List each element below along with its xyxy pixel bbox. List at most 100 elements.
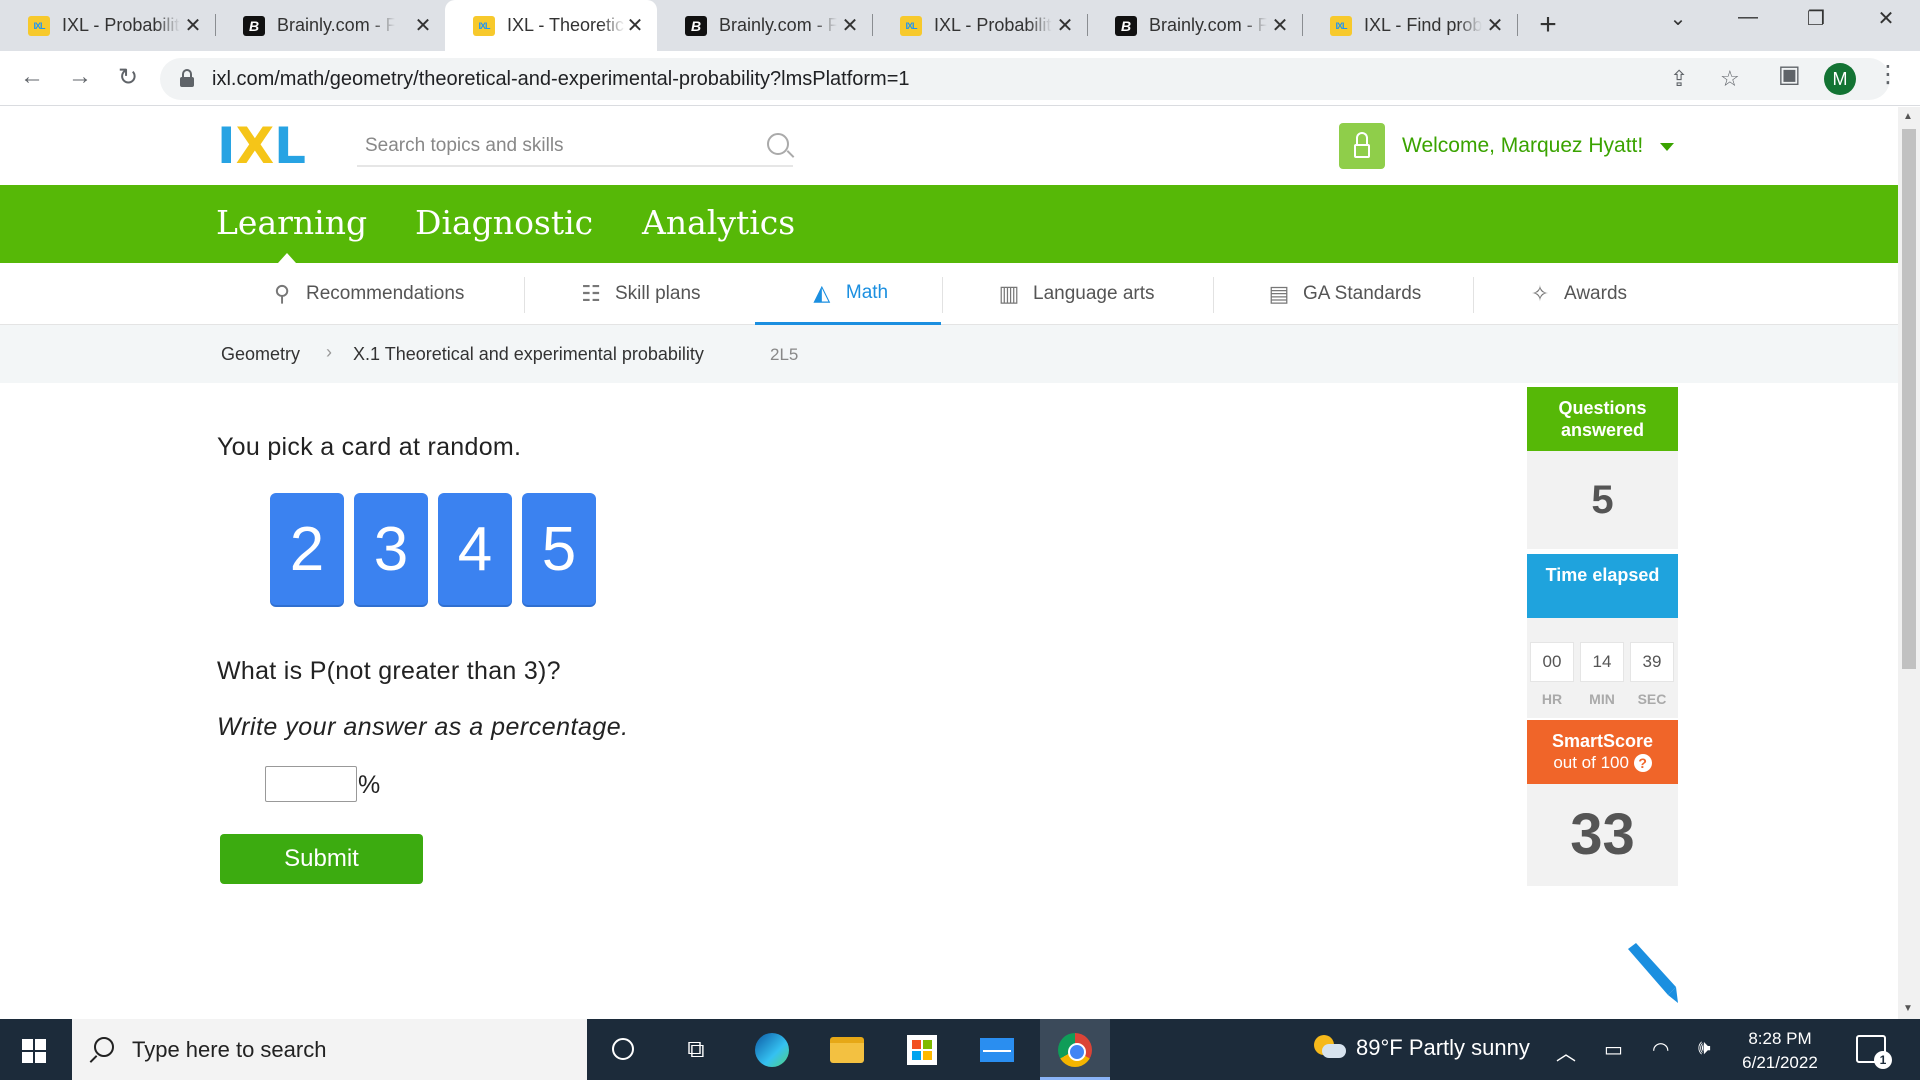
cortana-icon[interactable] xyxy=(606,1032,640,1066)
browser-tab[interactable]: IXL IXL - Find probab ✕ xyxy=(1302,0,1517,51)
ixl-logo[interactable]: I X L xyxy=(217,121,306,171)
browser-tab[interactable]: B Brainly.com - For ✕ xyxy=(1087,0,1302,51)
tab-title: Brainly.com - For xyxy=(277,15,395,35)
scratchpad-pencil-icon[interactable] xyxy=(1618,943,1678,1003)
nav-diagnostic[interactable]: Diagnostic xyxy=(415,203,593,242)
browser-tab[interactable]: IXL IXL - Probability ✕ xyxy=(0,0,215,51)
url-text[interactable]: ixl.com/math/geometry/theoretical-and-ex… xyxy=(212,68,910,91)
smartscore-value: 33 xyxy=(1527,784,1678,886)
search-icon[interactable] xyxy=(767,133,789,155)
close-tab-icon[interactable]: ✕ xyxy=(1055,13,1075,38)
clock-date: 6/21/2022 xyxy=(1742,1053,1818,1072)
close-tab-icon[interactable]: ✕ xyxy=(413,13,433,38)
microsoft-store-icon[interactable] xyxy=(905,1033,939,1067)
sub-nav: ⚲ Recommendations ☷ Skill plans ◭ Math ▥… xyxy=(0,263,1898,325)
task-view-icon[interactable]: ⧉ xyxy=(679,1033,713,1067)
system-clock[interactable]: 8:28 PM 6/21/2022 xyxy=(1735,1027,1825,1075)
reload-icon[interactable]: ↻ xyxy=(112,63,144,92)
browser-tab-active[interactable]: IXL IXL - Theoretical ✕ xyxy=(445,0,657,51)
tab-title: Brainly.com - For xyxy=(1149,15,1267,35)
taskbar-search[interactable]: Type here to search xyxy=(72,1019,587,1080)
book-icon: ▥ xyxy=(998,281,1020,306)
volume-icon[interactable]: 🕪 xyxy=(1698,1037,1711,1060)
time-min-label: MIN xyxy=(1589,691,1615,707)
scrollbar-thumb[interactable] xyxy=(1902,129,1916,669)
weather-widget[interactable]: 89°F Partly sunny xyxy=(1314,1035,1530,1061)
side-panel-icon[interactable]: ▣ xyxy=(1778,60,1801,89)
breadcrumb-subject[interactable]: Geometry xyxy=(221,344,300,365)
clipboard-icon: ▤ xyxy=(1268,281,1290,306)
submit-button[interactable]: Submit xyxy=(220,834,423,884)
windows-taskbar: Type here to search ⧉ 89°F Partly sunny … xyxy=(0,1019,1920,1080)
browser-tab[interactable]: B Brainly.com - For ✕ xyxy=(657,0,872,51)
forward-arrow-icon[interactable]: → xyxy=(64,63,96,91)
ixl-favicon-icon: IXL xyxy=(473,15,495,36)
omnibox[interactable]: ixl.com/math/geometry/theoretical-and-ex… xyxy=(160,58,1890,100)
time-minutes: 14 xyxy=(1580,642,1624,682)
show-hidden-icons-chevron-icon[interactable]: ︿ xyxy=(1556,1037,1576,1066)
ixl-favicon-icon: IXL xyxy=(900,15,922,36)
time-hr-label: HR xyxy=(1541,691,1563,707)
awards-icon: ✧ xyxy=(1530,281,1550,306)
welcome-user-menu[interactable]: Welcome, Marquez Hyatt! xyxy=(1402,134,1643,158)
close-tab-icon[interactable]: ✕ xyxy=(840,13,860,38)
share-icon[interactable]: ⇪ xyxy=(1670,66,1688,92)
smartscore-sub: out of 100 ? xyxy=(1527,752,1678,774)
battery-icon[interactable]: ▭ xyxy=(1604,1037,1623,1062)
bookmark-star-icon[interactable]: ☆ xyxy=(1720,66,1740,92)
subnav-recommendations[interactable]: ⚲ Recommendations xyxy=(268,263,464,325)
subnav-ga-standards[interactable]: ▤ GA Standards xyxy=(1265,263,1422,325)
nav-analytics[interactable]: Analytics xyxy=(642,203,795,242)
close-window-icon[interactable]: ✕ xyxy=(1866,6,1906,31)
taskbar-search-placeholder: Type here to search xyxy=(132,1037,327,1062)
windows-start-icon[interactable] xyxy=(22,1039,46,1063)
back-arrow-icon[interactable]: ← xyxy=(16,63,48,91)
lock-icon[interactable] xyxy=(180,69,194,87)
subnav-awards[interactable]: ✧ Awards xyxy=(1526,263,1627,325)
notification-center-icon[interactable]: 1 xyxy=(1856,1035,1892,1069)
close-tab-icon[interactable]: ✕ xyxy=(625,13,645,38)
address-bar: ← → ↻ ixl.com/math/geometry/theoretical-… xyxy=(0,51,1920,106)
new-tab-plus-icon[interactable]: + xyxy=(1530,8,1566,42)
tab-title: IXL - Probability xyxy=(934,15,1052,35)
mail-icon[interactable] xyxy=(980,1033,1014,1067)
web-page: I X L Welcome, Marquez Hyatt! Learning D… xyxy=(0,107,1898,1019)
number-card: 3 xyxy=(354,493,428,605)
browser-tab[interactable]: B Brainly.com - For ✕ xyxy=(215,0,445,51)
subnav-math[interactable]: ◭ Math xyxy=(755,263,941,325)
edge-browser-icon[interactable] xyxy=(755,1033,789,1067)
subnav-skill-plans[interactable]: ☷ Skill plans xyxy=(577,263,700,325)
skill-code: 2L5 xyxy=(770,345,799,364)
tab-title: Brainly.com - For xyxy=(719,15,837,35)
tab-title: IXL - Find probab xyxy=(1364,15,1482,35)
brainly-favicon-icon: B xyxy=(685,15,707,36)
scroll-up-arrow-icon[interactable]: ▲ xyxy=(1903,111,1913,122)
wifi-icon[interactable]: ◠ xyxy=(1652,1037,1669,1062)
page-scrollbar[interactable]: ▲ ▼ xyxy=(1898,107,1920,1019)
user-lock-icon[interactable] xyxy=(1339,123,1385,169)
chevron-right-icon: › xyxy=(326,342,332,362)
number-card: 2 xyxy=(270,493,344,605)
browser-menu-icon[interactable]: ⋮ xyxy=(1876,60,1900,89)
nav-learning[interactable]: Learning xyxy=(216,203,367,242)
help-question-icon[interactable]: ? xyxy=(1633,754,1652,772)
site-header: I X L Welcome, Marquez Hyatt! xyxy=(0,107,1898,185)
brainly-favicon-icon: B xyxy=(243,15,265,36)
answer-input[interactable] xyxy=(265,766,357,802)
number-card: 5 xyxy=(522,493,596,605)
subnav-language-arts[interactable]: ▥ Language arts xyxy=(995,263,1155,325)
browser-tab[interactable]: IXL IXL - Probability ✕ xyxy=(872,0,1087,51)
profile-avatar[interactable]: M xyxy=(1824,63,1856,95)
scroll-down-arrow-icon[interactable]: ▼ xyxy=(1903,1003,1913,1014)
restore-icon[interactable]: ❐ xyxy=(1796,6,1836,31)
search-input[interactable] xyxy=(357,127,747,165)
caret-down-icon[interactable] xyxy=(1660,143,1674,151)
clock-time: 8:28 PM xyxy=(1748,1029,1812,1048)
close-tab-icon[interactable]: ✕ xyxy=(1270,13,1290,38)
file-explorer-icon[interactable] xyxy=(830,1033,864,1067)
minimize-icon[interactable]: — xyxy=(1728,6,1768,29)
tab-search-chevron-icon[interactable]: ⌄ xyxy=(1658,6,1698,31)
close-tab-icon[interactable]: ✕ xyxy=(183,13,203,38)
close-tab-icon[interactable]: ✕ xyxy=(1485,13,1505,38)
chrome-icon[interactable] xyxy=(1058,1033,1092,1067)
